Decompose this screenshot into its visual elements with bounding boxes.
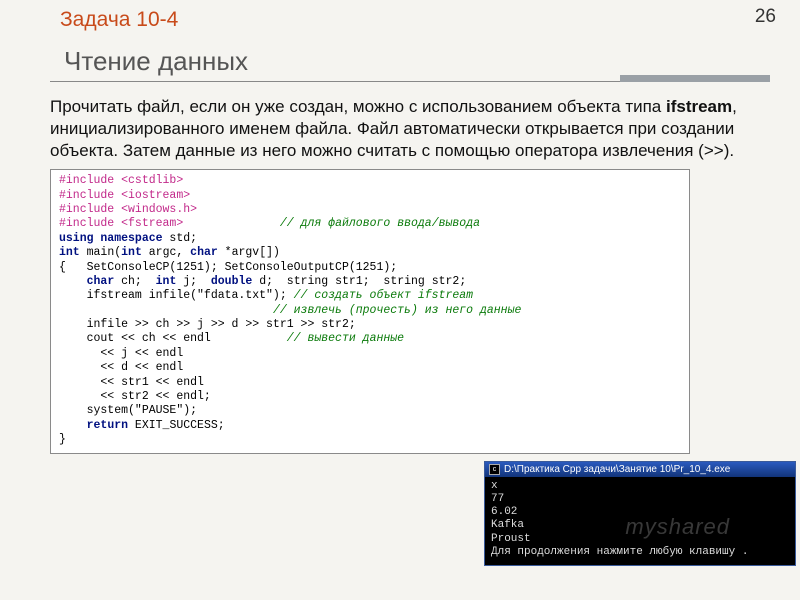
code-line: using namespace std; <box>59 232 681 246</box>
code-line: #include <iostream> <box>59 189 681 203</box>
code-line: infile >> ch >> j >> d >> str1 >> str2; <box>59 318 681 332</box>
console-output: x 77 6.02 Kafka Proust Для продолжения н… <box>485 477 795 565</box>
code-line: return EXIT_SUCCESS; <box>59 419 681 433</box>
code-line: } <box>59 433 681 447</box>
code-line: { SetConsoleCP(1251); SetConsoleOutputCP… <box>59 261 681 275</box>
code-line: #include <windows.h> <box>59 203 681 217</box>
paragraph-bold: ifstream <box>666 97 732 116</box>
code-line: #include <cstdlib> <box>59 174 681 188</box>
code-line: #include <fstream> // для файлового ввод… <box>59 217 681 231</box>
body-paragraph: Прочитать файл, если он уже создан, можн… <box>50 96 770 161</box>
code-line: << j << endl <box>59 347 681 361</box>
slide: 26 Задача 10-4 Чтение данных Прочитать ф… <box>0 0 800 600</box>
console-window: c D:\Практика Cpp задачи\Занятие 10\Pr_1… <box>484 461 796 566</box>
console-icon: c <box>489 464 500 475</box>
code-line: int main(int argc, char *argv[]) <box>59 246 681 260</box>
code-line: ifstream infile("fdata.txt"); // создать… <box>59 289 681 303</box>
slide-title: Чтение данных <box>50 46 254 81</box>
code-line: char ch; int j; double d; string str1; s… <box>59 275 681 289</box>
page-number: 26 <box>755 6 776 28</box>
code-line: system("PAUSE"); <box>59 404 681 418</box>
code-box: #include <cstdlib> #include <iostream> #… <box>50 169 690 454</box>
code-line: << d << endl <box>59 361 681 375</box>
code-line: // извлечь (прочесть) из него данные <box>59 304 681 318</box>
code-line: << str1 << endl <box>59 376 681 390</box>
console-title: D:\Практика Cpp задачи\Занятие 10\Pr_10_… <box>504 464 730 475</box>
code-line: << str2 << endl; <box>59 390 681 404</box>
code-line: cout << ch << endl // вывести данные <box>59 332 681 346</box>
title-accent-bar <box>620 75 770 82</box>
console-titlebar: c D:\Практика Cpp задачи\Занятие 10\Pr_1… <box>485 462 795 477</box>
task-label: Задача 10-4 <box>60 8 770 32</box>
paragraph-part-1: Прочитать файл, если он уже создан, можн… <box>50 97 666 116</box>
title-row: Чтение данных <box>50 46 770 82</box>
